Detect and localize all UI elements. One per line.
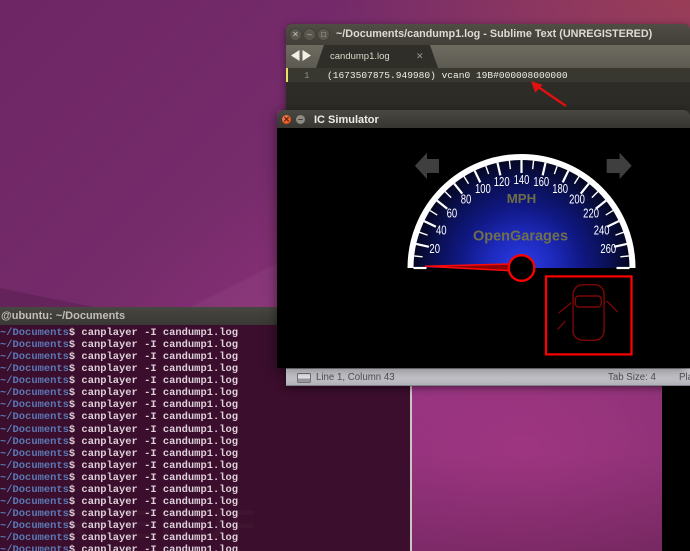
- svg-text:MPH: MPH: [507, 192, 537, 206]
- svg-text:OpenGarages: OpenGarages: [473, 228, 568, 245]
- svg-text:180: 180: [552, 181, 568, 196]
- svg-text:200: 200: [569, 191, 585, 206]
- svg-text:140: 140: [514, 172, 530, 187]
- svg-text:80: 80: [461, 191, 472, 206]
- svg-text:160: 160: [533, 174, 549, 189]
- svg-text:60: 60: [447, 206, 458, 221]
- svg-text:20: 20: [429, 241, 440, 256]
- svg-text:40: 40: [436, 222, 447, 237]
- svg-text:240: 240: [594, 222, 610, 237]
- svg-text:260: 260: [600, 241, 616, 256]
- svg-text:100: 100: [475, 181, 491, 196]
- svg-text:220: 220: [583, 206, 599, 221]
- svg-text:120: 120: [494, 174, 510, 189]
